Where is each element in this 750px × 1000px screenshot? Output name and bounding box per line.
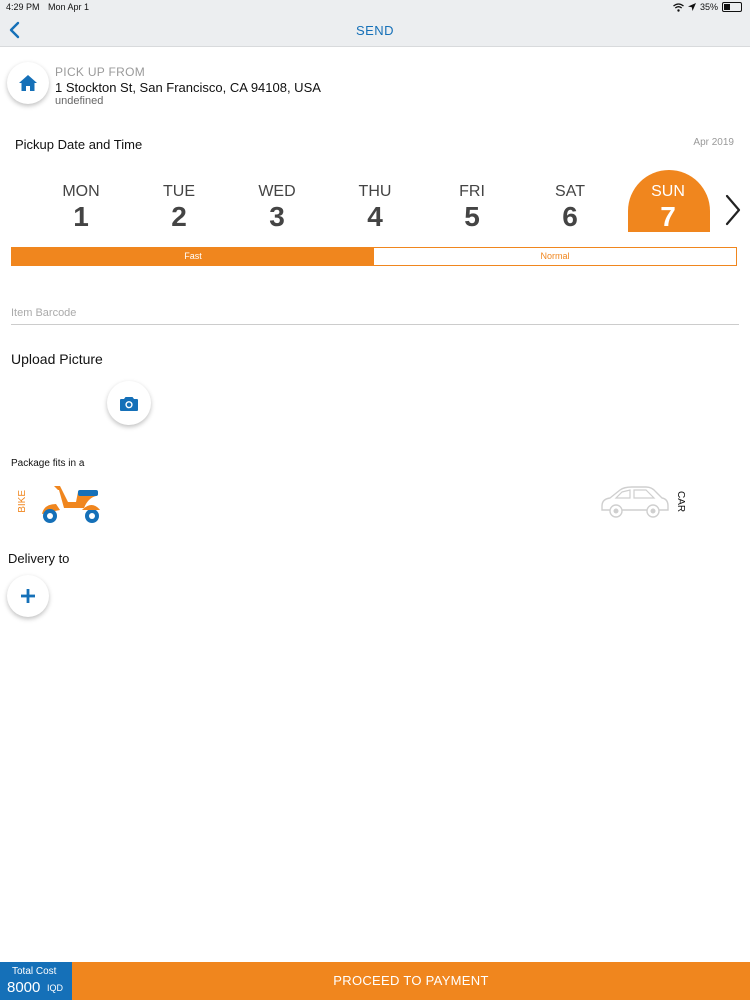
pickup-date-title: Pickup Date and Time: [15, 137, 143, 152]
car-icon[interactable]: [598, 482, 670, 520]
day-name: TUE: [163, 183, 195, 200]
day-number: 2: [171, 201, 187, 232]
day-tue[interactable]: TUE 2: [139, 183, 219, 233]
day-number: 5: [464, 201, 480, 232]
upload-picture-title: Upload Picture: [11, 351, 103, 367]
scooter-icon[interactable]: [38, 480, 104, 524]
home-icon: [19, 75, 37, 91]
day-name: WED: [258, 183, 296, 200]
day-name: THU: [358, 183, 392, 200]
location-icon: [687, 3, 696, 11]
day-number: 7: [660, 201, 676, 232]
day-name: FRI: [459, 183, 485, 200]
month-label: Apr 2019: [693, 137, 734, 148]
day-name: SAT: [555, 183, 585, 200]
car-label: CAR: [675, 491, 686, 513]
total-cost-label: Total Cost: [12, 966, 57, 977]
day-fri[interactable]: FRI 5: [432, 183, 512, 233]
total-cost-value: 8000: [7, 979, 41, 996]
status-bar: 4:29 PM Mon Apr 1 35%: [0, 0, 750, 14]
page-title: SEND: [355, 23, 395, 38]
day-mon[interactable]: MON 1: [41, 183, 121, 233]
day-name: SUN: [651, 183, 685, 200]
camera-icon: [120, 396, 138, 411]
battery-percent: 35%: [699, 2, 718, 12]
pickup-label: PICK UP FROM: [55, 65, 146, 79]
day-number: 6: [562, 201, 578, 232]
day-thu[interactable]: THU 4: [335, 183, 415, 233]
battery-icon: [722, 2, 742, 12]
proceed-to-payment-button[interactable]: PROCEED TO PAYMENT: [72, 962, 750, 1000]
day-number: 1: [73, 201, 89, 232]
status-time: 4:29 PM: [6, 2, 40, 12]
day-sun[interactable]: SUN 7: [628, 183, 708, 233]
day-sat[interactable]: SAT 6: [530, 183, 610, 233]
package-title: Package fits in a: [11, 458, 85, 469]
delivery-title: Delivery to: [8, 551, 70, 566]
day-number: 4: [367, 201, 383, 232]
pickup-extra: undefined: [55, 95, 104, 107]
total-cost-currency: IQD: [47, 983, 64, 993]
item-barcode-input[interactable]: [11, 302, 739, 325]
chevron-right-icon[interactable]: [722, 193, 744, 227]
wifi-icon: [673, 2, 684, 12]
speed-normal-option[interactable]: Normal: [374, 248, 736, 265]
pickup-home-button[interactable]: [7, 62, 49, 104]
day-name: MON: [62, 183, 100, 200]
bike-label: BIKE: [17, 490, 28, 513]
speed-toggle: Fast Normal: [11, 247, 737, 266]
day-number: 3: [269, 201, 285, 232]
speed-fast-option[interactable]: Fast: [12, 248, 374, 265]
nav-bar: SEND: [0, 14, 750, 47]
status-date: Mon Apr 1: [48, 2, 90, 12]
add-delivery-button[interactable]: [7, 575, 49, 617]
upload-camera-button[interactable]: [107, 381, 151, 425]
pickup-address[interactable]: 1 Stockton St, San Francisco, CA 94108, …: [55, 80, 321, 95]
day-wed[interactable]: WED 3: [237, 183, 317, 233]
plus-icon: [21, 589, 35, 603]
status-right-group: 35%: [673, 2, 742, 12]
total-cost-box: Total Cost 8000 IQD: [0, 962, 72, 1000]
